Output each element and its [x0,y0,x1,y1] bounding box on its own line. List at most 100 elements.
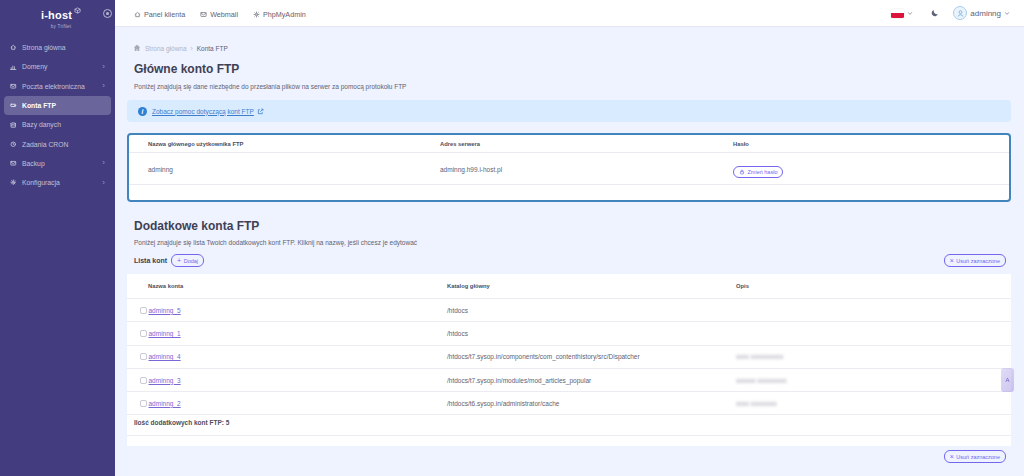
sidebar-item-poczta-elektroniczna[interactable]: Poczta elektroniczna› [4,77,111,96]
account-path: /htdocs [447,330,736,337]
additional-ftp-table: Nazwa konta Katalog główny Opis adminng_… [127,274,1011,446]
chevron-right-icon: › [102,63,105,71]
col-header-path: Katalog główny [447,282,736,291]
gear-icon [10,179,17,186]
logo-row: i-host by TriNet [0,0,115,27]
list-label: Lista kont [127,257,167,264]
ftp-account-row: adminng_3/htdocs/t7.sysop.in/modules/mod… [127,368,1011,391]
ftp-account-row: adminng_1/htdocs [127,321,1011,344]
bottom-toolbar: ×Usuń zaznaczone [127,450,1011,463]
home-icon [134,11,141,18]
help-infobox: i Zobacz pomoc dotyczącą kont FTP [127,100,1011,122]
breadcrumb-separator: › [191,45,193,52]
sidebar-collapse-icon[interactable] [103,9,112,18]
user-chevron-down-icon[interactable] [1004,11,1010,15]
change-password-button[interactable]: Zmień hasło [733,166,783,178]
user-menu[interactable]: adminng [970,9,1001,18]
lock-icon [739,169,745,175]
col-header-desc: Opis [736,282,1011,291]
topbar-link-webmail[interactable]: Webmail [200,10,238,19]
additional-description: Poniżej znajduje się lista Twoich dodatk… [127,239,1011,247]
main-ftp-server: adminng.h99.i-host.pl [440,166,733,173]
accessibility-widget[interactable]: A [1001,368,1014,392]
mail-icon [10,160,17,167]
logo-subtitle: by TriNet [41,24,81,29]
poland-flag-icon [891,9,904,18]
mail-icon [200,11,207,18]
home-icon [133,44,141,52]
logo-cube-icon [74,7,81,14]
x-icon: × [950,453,954,460]
row-checkbox[interactable] [140,330,147,337]
ftp-account-link[interactable]: adminng_1 [149,330,181,337]
sidebar-item-konta-ftp[interactable]: Konta FTP [4,96,111,115]
chart-icon [10,64,17,71]
sidebar-item-zadania-cron[interactable]: Zadania CRON [4,134,111,153]
chevron-down-icon [907,11,913,15]
accounts-count: Ilość dodatkowych kont FTP: 5 [127,414,1011,436]
sidebar-item-bazy-danych[interactable]: Bazy danych [4,115,111,134]
gear-icon [253,11,260,18]
sidebar: i-host by TriNet Strona głównaDomeny›Poc… [0,0,115,476]
main-ftp-username: adminng [129,166,440,173]
chevron-right-icon: › [102,159,105,167]
topbar: Panel klienta Webmail PhpMyAdmin adminng [115,0,1024,27]
ftp-account-link[interactable]: adminng_2 [149,400,181,407]
db-icon [10,122,17,129]
account-desc: xxxx xxxxxxxxxx [736,353,1011,360]
topbar-link-panel-klienta[interactable]: Panel klienta [134,10,185,19]
main-ftp-table: Nazwa głównego użytkownika FTP Adres ser… [127,133,1011,202]
sidebar-menu: Strona głównaDomeny›Poczta elektroniczna… [0,38,115,192]
account-desc: xxxxxx xxxxxxxxx [736,377,1011,384]
help-link[interactable]: Zobacz pomoc dotyczącą kont FTP [152,108,264,115]
sidebar-item-konfiguracja[interactable]: Konfiguracja› [4,173,111,192]
ftp-account-link[interactable]: adminng_4 [149,353,181,360]
topbar-link-phpmyadmin[interactable]: PhpMyAdmin [253,10,306,19]
delete-selected-button-top[interactable]: ×Usuń zaznaczone [944,254,1006,267]
mail-icon [10,83,17,90]
chevron-right-icon: › [102,179,105,187]
delete-selected-button-bottom[interactable]: ×Usuń zaznaczone [944,450,1006,463]
account-desc: xxxx xxxxxxxx [736,400,1011,407]
account-path: /htdocs/t7.sysop.in/modules/mod_articles… [447,377,736,384]
ftp-account-row: adminng_4/htdocs/t7.sysop.in/components/… [127,345,1011,368]
col-header-password: Hasło [733,140,1009,149]
avatar[interactable] [953,6,967,20]
row-checkbox[interactable] [140,400,147,407]
main-table-header-row: Nazwa głównego użytkownika FTP Adres ser… [129,135,1009,152]
additional-title: Dodatkowe konta FTP [127,220,1011,233]
breadcrumb-home[interactable]: Strona główna [145,45,187,52]
chevron-right-icon: › [102,82,105,90]
dark-mode-toggle[interactable] [931,9,939,17]
breadcrumb: Strona główna › Konta FTP [127,44,1011,52]
x-icon: × [950,257,954,264]
page-title: Główne konto FTP [127,62,1011,77]
logo[interactable]: i-host [41,9,81,21]
row-checkbox[interactable] [140,307,147,314]
account-path: /htdocs [447,307,736,314]
list-toolbar: Lista kont +Dodaj ×Usuń zaznaczone [127,254,1011,267]
info-icon: i [138,107,147,116]
row-checkbox[interactable] [140,353,147,360]
main-content: Strona główna › Konta FTP Główne konto F… [115,27,1024,463]
page-description: Poniżej znajdują się dane niezbędne do p… [127,83,1011,91]
col-header-name: Nazwa konta [127,282,447,291]
col-header-server: Adres serwera [440,140,733,149]
drive-icon [10,102,17,109]
ftp-account-link[interactable]: adminng_5 [149,307,181,314]
sidebar-item-backup[interactable]: Backup› [4,154,111,173]
ftp-account-row: adminng_2/htdocs/t6.sysop.in/administrat… [127,391,1011,414]
clock-icon [10,141,17,148]
plus-icon: + [177,257,181,264]
sidebar-item-domeny[interactable]: Domeny› [4,57,111,76]
ftp-account-link[interactable]: adminng_3 [149,377,181,384]
home-icon [10,44,17,51]
account-path: /htdocs/t7.sysop.in/components/com_conte… [447,353,736,360]
add-account-button[interactable]: +Dodaj [171,254,204,267]
row-checkbox[interactable] [140,377,147,384]
external-link-icon [257,108,264,115]
language-selector[interactable] [891,9,913,18]
account-path: /htdocs/t6.sysop.in/administrator/cache [447,400,736,407]
sidebar-item-strona-g-wna[interactable]: Strona główna [4,38,111,57]
col-header-username: Nazwa głównego użytkownika FTP [129,140,440,149]
